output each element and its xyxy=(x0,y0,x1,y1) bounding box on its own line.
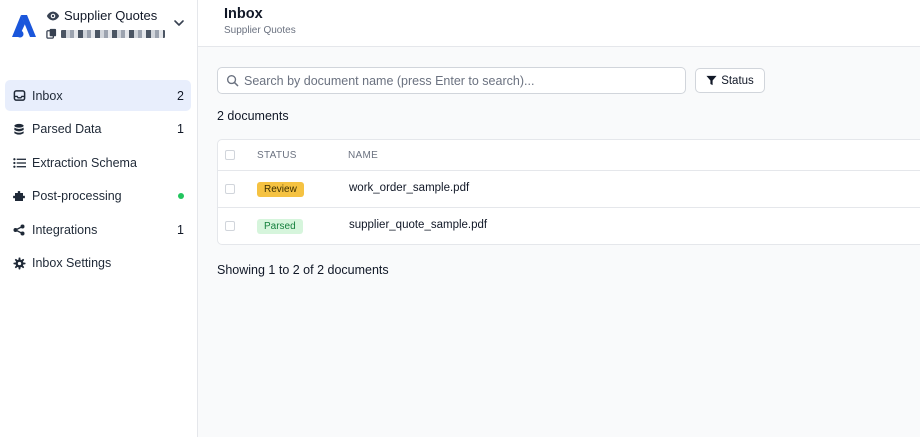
column-header-name[interactable]: NAME xyxy=(348,150,378,161)
status-badge: Review xyxy=(257,182,304,197)
puzzle-icon xyxy=(12,189,26,203)
sidebar-item-inbox-settings[interactable]: Inbox Settings xyxy=(5,248,191,279)
chevron-down-icon[interactable] xyxy=(172,16,186,30)
search-icon xyxy=(226,74,239,87)
document-name[interactable]: work_order_sample.pdf xyxy=(349,182,469,194)
count-badge: 1 xyxy=(177,222,184,237)
page-header: Inbox Supplier Quotes xyxy=(198,0,920,47)
table-row[interactable]: Parsed supplier_quote_sample.pdf xyxy=(218,208,920,245)
sidebar-nav: Inbox 2 Parsed Data 1 Extraction Schema … xyxy=(5,80,191,282)
table-row[interactable]: Review work_order_sample.pdf xyxy=(218,171,920,208)
workspace-switcher[interactable]: Supplier Quotes xyxy=(10,8,190,48)
copy-icon[interactable] xyxy=(46,28,57,39)
filter-icon xyxy=(706,75,717,86)
workspace-name: Supplier Quotes xyxy=(64,8,158,23)
documents-table: STATUS NAME Review work_order_sample.pdf… xyxy=(217,139,920,245)
status-badge: Parsed xyxy=(257,219,303,234)
logo-icon xyxy=(12,15,36,38)
sidebar-item-post-processing[interactable]: Post-processing xyxy=(5,181,191,212)
share-icon xyxy=(12,223,26,237)
inbox-icon xyxy=(12,89,26,103)
search-box[interactable] xyxy=(217,67,686,94)
page-subtitle: Supplier Quotes xyxy=(224,25,296,36)
sidebar-item-label: Post-processing xyxy=(32,189,122,204)
redacted-id xyxy=(61,29,165,38)
eye-icon xyxy=(46,11,60,20)
search-input[interactable] xyxy=(244,73,674,88)
sidebar-item-label: Parsed Data xyxy=(32,122,102,137)
status-filter-button[interactable]: Status xyxy=(695,68,765,93)
sidebar-item-label: Inbox xyxy=(32,88,63,103)
row-checkbox[interactable] xyxy=(225,184,235,194)
count-badge: 2 xyxy=(177,88,184,103)
status-dot xyxy=(178,193,184,200)
list-icon xyxy=(12,156,26,170)
sidebar-item-label: Extraction Schema xyxy=(32,155,137,170)
sidebar-item-extraction-schema[interactable]: Extraction Schema xyxy=(5,147,191,178)
sidebar-item-label: Inbox Settings xyxy=(32,256,112,271)
sidebar: Supplier Quotes Inbox 2 Parsed Data 1 Ex… xyxy=(0,0,198,437)
pagination-summary: Showing 1 to 2 of 2 documents xyxy=(217,263,389,277)
column-header-status[interactable]: STATUS xyxy=(257,150,297,161)
row-checkbox[interactable] xyxy=(225,221,235,231)
document-count: 2 documents xyxy=(217,109,289,123)
page-title: Inbox xyxy=(224,6,263,22)
document-name[interactable]: supplier_quote_sample.pdf xyxy=(349,219,487,231)
table-header: STATUS NAME xyxy=(218,140,920,171)
sidebar-item-inbox[interactable]: Inbox 2 xyxy=(5,80,191,111)
status-filter-label: Status xyxy=(721,74,754,87)
count-badge: 1 xyxy=(177,122,184,137)
sidebar-item-integrations[interactable]: Integrations 1 xyxy=(5,214,191,245)
gear-icon xyxy=(12,256,26,270)
database-icon xyxy=(12,122,26,136)
main-content: Inbox Supplier Quotes Status 2 documents… xyxy=(198,0,920,437)
sidebar-item-parsed-data[interactable]: Parsed Data 1 xyxy=(5,114,191,145)
select-all-checkbox[interactable] xyxy=(225,150,235,160)
sidebar-item-label: Integrations xyxy=(32,222,98,237)
